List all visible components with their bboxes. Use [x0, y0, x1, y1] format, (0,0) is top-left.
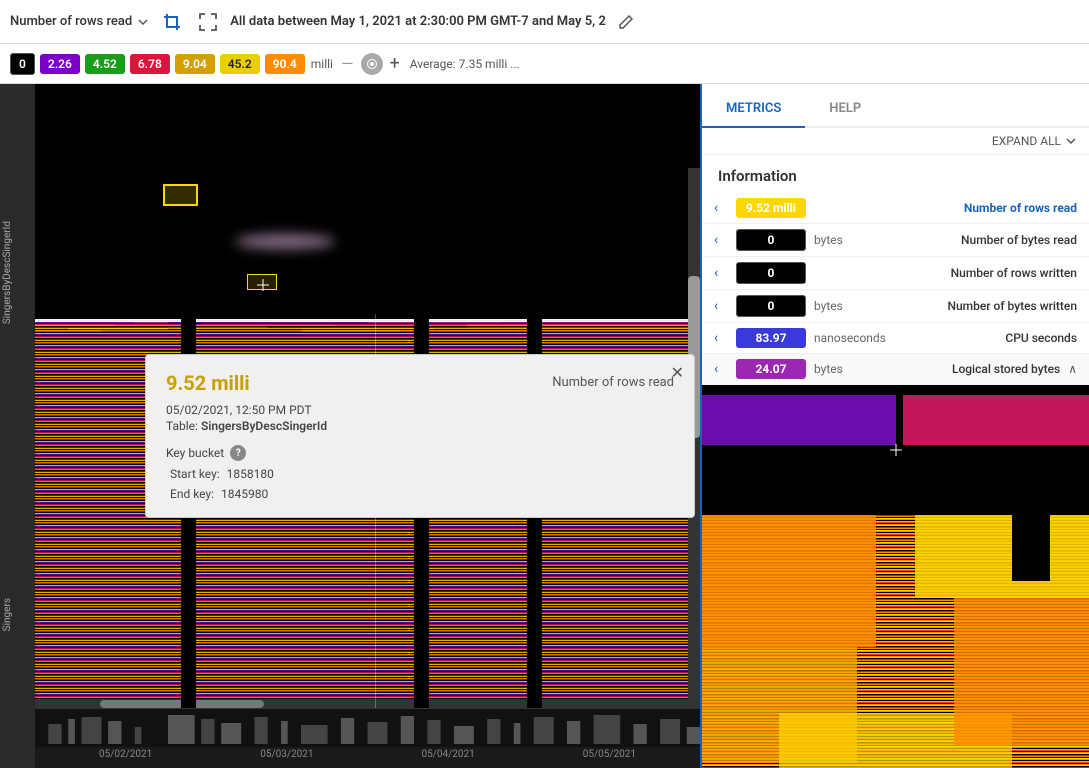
toolbar: Number of rows read All data between May… [0, 0, 1089, 44]
date-range-text: All data between May 1, 2021 at 2:30:00 … [230, 14, 606, 29]
tooltip-close-btn[interactable]: ✕ [671, 363, 684, 382]
metric-unit-3: bytes [814, 299, 874, 313]
main-layout: SingersByDescSingerId Singers [0, 84, 1089, 768]
legend-unit: milli [311, 57, 333, 71]
metric-row: ‹ 83.97 nanoseconds CPU seconds [702, 323, 1089, 354]
metric-value-badge-4: 83.97 [736, 328, 806, 348]
metric-name-2: Number of rows written [882, 266, 1077, 280]
expand-icon [199, 13, 217, 31]
help-icon[interactable]: ? [230, 445, 246, 461]
metric-row: ‹ 0 bytes Number of bytes written [702, 290, 1089, 323]
metric-chevron-0[interactable]: ‹ [714, 200, 728, 216]
legend-chip: 90.4 [265, 54, 305, 74]
tooltip-table: Table: SingersByDescSingerId [166, 419, 674, 433]
chevron-down-icon [1065, 135, 1077, 147]
chart-panel[interactable]: SingersByDescSingerId Singers [0, 84, 700, 768]
expand-all-btn[interactable]: EXPAND ALL [992, 134, 1077, 148]
tooltip-popup: ✕ 9.52 milli Number of rows read 05/02/2… [145, 354, 695, 518]
crosshair-cursor [257, 279, 269, 291]
legend-chip: 2.26 [40, 54, 80, 74]
key-bucket-label: Key bucket [166, 446, 224, 460]
metric-chevron-2[interactable]: ‹ [714, 265, 728, 281]
mini-chart-dates: 05/02/2021 05/03/2021 05/04/2021 05/05/2… [35, 747, 700, 762]
legend-settings-icon[interactable] [361, 53, 383, 75]
right-panel: METRICS HELP EXPAND ALL Information ‹ 9.5… [700, 84, 1089, 768]
metric-rows: ‹ 9.52 milli Number of rows read ‹ 0 bytes Num… [702, 193, 1089, 354]
chevron-down-icon [136, 15, 150, 29]
metric-value-badge-1: 0 [736, 229, 806, 251]
legend-chip: 4.52 [85, 54, 125, 74]
legend-chip: 0 [10, 53, 35, 75]
expand-tool-btn[interactable] [194, 8, 222, 36]
metric-row: ‹ 0 bytes Number of bytes read [702, 224, 1089, 257]
logical-label: Logical stored bytes [882, 362, 1060, 376]
blur-indicator [235, 234, 335, 249]
right-heatmap-chart[interactable] [702, 385, 1089, 768]
right-crosshair [890, 444, 902, 456]
metric-row: ‹ 9.52 milli Number of rows read [702, 193, 1089, 224]
right-tabs: METRICS HELP [702, 84, 1089, 128]
crop-icon [163, 13, 181, 31]
metric-name-4: CPU seconds [894, 331, 1077, 345]
end-key: End key: 1845980 [166, 487, 674, 501]
color-legend: 02.264.526.789.0445.290.4 milli — + Avera… [0, 44, 1089, 84]
orange-block-1 [702, 515, 876, 647]
start-key: Start key: 1858180 [166, 467, 674, 481]
metric-selector-label: Number of rows read [10, 14, 132, 29]
y-label-singers: Singers [0, 594, 35, 635]
metric-selector[interactable]: Number of rows read [10, 14, 150, 29]
metric-name-1: Number of bytes read [882, 233, 1077, 247]
right-chart-top [702, 385, 1089, 515]
info-title: Information [702, 163, 1089, 193]
metric-unit-1: bytes [814, 233, 874, 247]
mini-chart[interactable]: 05/02/2021 05/03/2021 05/04/2021 05/05/2… [35, 708, 700, 768]
average-text: Average: 7.35 milli ... [410, 57, 520, 71]
logical-chevron[interactable]: ‹ [714, 361, 728, 377]
right-chart-bottom [702, 515, 1089, 768]
logical-expand-icon[interactable]: ∧ [1068, 362, 1077, 376]
legend-separator: — [339, 54, 356, 73]
tab-metrics[interactable]: METRICS [702, 91, 805, 128]
metric-chevron-1[interactable]: ‹ [714, 232, 728, 248]
tooltip-value: 9.52 milli [166, 371, 250, 395]
selection-indicator [163, 184, 198, 206]
tooltip-datetime: 05/02/2021, 12:50 PM PDT [166, 403, 674, 417]
crop-tool-btn[interactable] [158, 8, 186, 36]
y-label-singers-by-desc: SingersByDescSingerId [0, 217, 35, 328]
metric-unit-4: nanoseconds [814, 331, 886, 345]
bright-top-line [35, 319, 700, 322]
yellow-block-1 [915, 515, 1089, 598]
metric-value-badge-0: 9.52 milli [736, 198, 806, 218]
mini-chart-svg [35, 709, 700, 747]
metric-chevron-3[interactable]: ‹ [714, 298, 728, 314]
right-toolbar: EXPAND ALL [702, 128, 1089, 155]
info-section: Information ‹ 9.52 milli Number of rows re… [702, 155, 1089, 768]
metric-row: ‹ 0 Number of rows written [702, 257, 1089, 290]
metric-value-badge-2: 0 [736, 262, 806, 284]
edit-icon[interactable] [618, 14, 634, 30]
tab-help[interactable]: HELP [805, 91, 885, 128]
legend-chip: 6.78 [130, 54, 170, 74]
legend-chip: 45.2 [220, 54, 260, 74]
tooltip-metric-name: Number of rows read [552, 375, 674, 390]
logical-unit: bytes [814, 362, 874, 376]
metric-name-0: Number of rows read [882, 201, 1077, 215]
orange-block-3 [954, 598, 1089, 747]
y-axis: SingersByDescSingerId Singers [0, 84, 35, 768]
legend-chip: 9.04 [175, 54, 215, 74]
metric-chevron-4[interactable]: ‹ [714, 330, 728, 346]
metric-value-badge-3: 0 [736, 295, 806, 317]
logical-value-badge: 24.07 [736, 359, 806, 379]
legend-plus-btn[interactable]: + [389, 53, 399, 74]
scrollbar-h-track[interactable] [35, 700, 688, 708]
logical-stored-row: ‹ 24.07 bytes Logical stored bytes ∧ [702, 354, 1089, 385]
black-void [1012, 515, 1051, 581]
metric-name-3: Number of bytes written [882, 299, 1077, 313]
